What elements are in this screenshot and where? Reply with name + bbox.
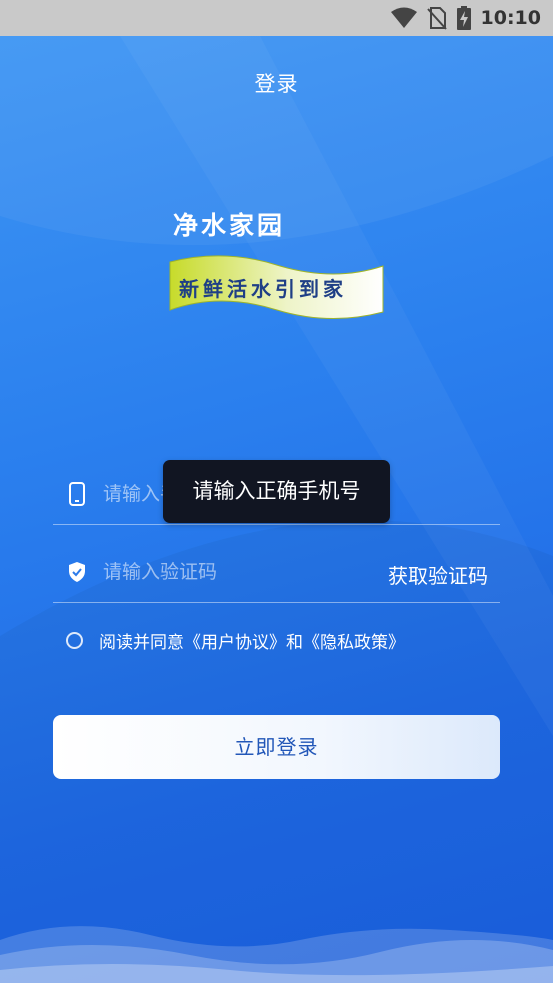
toast-message: 请输入正确手机号	[163, 460, 390, 523]
login-button[interactable]: 立即登录	[53, 715, 500, 779]
shield-check-icon	[69, 562, 85, 582]
status-bar: 10:10	[0, 0, 553, 36]
app-logo: 净水家园 新鲜活水引到家	[169, 211, 384, 320]
phone-icon	[69, 482, 85, 506]
privacy-policy-link[interactable]: 《隐私政策》	[303, 633, 405, 653]
battery-charging-icon	[456, 6, 471, 30]
bottom-waves	[0, 926, 553, 983]
code-field-row: 获取验证码	[53, 532, 500, 603]
wifi-icon	[390, 7, 417, 28]
radio-unchecked-icon[interactable]	[66, 631, 83, 649]
agreement-prefix: 阅读并同意	[99, 632, 184, 653]
user-agreement-link[interactable]: 《用户协议》	[184, 633, 286, 653]
get-code-button[interactable]: 获取验证码	[388, 560, 488, 589]
logo-title: 净水家园	[173, 211, 285, 240]
page-title: 登录	[254, 72, 299, 96]
no-sim-icon	[426, 7, 447, 30]
agreement-row: 阅读并同意《用户协议》和《隐私政策》	[66, 627, 405, 653]
status-time: 10:10	[480, 7, 541, 29]
agreement-text: 阅读并同意《用户协议》和《隐私政策》	[99, 628, 405, 653]
logo-slogan: 新鲜活水引到家	[179, 277, 347, 301]
agreement-and: 和	[286, 632, 303, 653]
status-icons: 10:10	[390, 0, 541, 36]
code-input[interactable]	[101, 554, 365, 590]
